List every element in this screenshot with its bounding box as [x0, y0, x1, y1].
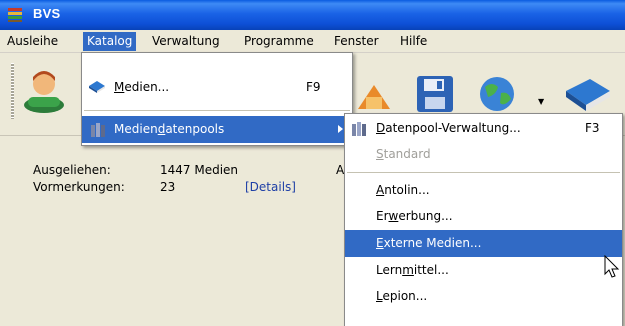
- submenu-arrow-icon: [338, 125, 343, 133]
- menu-item-medien[interactable]: Medien... F9: [82, 76, 352, 102]
- details-link[interactable]: [Details]: [245, 180, 296, 194]
- menu-verwaltung[interactable]: Verwaltung: [148, 33, 224, 50]
- ausgeliehen-label: Ausgeliehen:: [33, 163, 111, 177]
- app-books-icon: [8, 8, 22, 22]
- database-icon: [91, 123, 105, 137]
- menu-bar: Ausleihe Katalog Verwaltung Programme Fe…: [0, 30, 625, 53]
- save-icon[interactable]: [414, 73, 456, 115]
- menu-programme[interactable]: Programme: [240, 33, 318, 50]
- toolbar-grip[interactable]: [11, 63, 14, 119]
- vormerkungen-label: Vormerkungen:: [33, 180, 125, 194]
- menu-item-mediendatenpools-post: atenpools: [165, 122, 225, 136]
- submenu-lernmittel-label: ittel...: [413, 263, 449, 277]
- mouse-cursor-icon: [604, 255, 620, 278]
- submenu-externe-u: E: [376, 236, 384, 250]
- submenu-externe-label: xterne Medien...: [383, 236, 482, 250]
- submenu-datenpool-u: D: [376, 121, 386, 135]
- submenu-lernmittel-pre: Lern: [376, 263, 403, 277]
- submenu-erwerbung[interactable]: Erwerbung...: [345, 204, 622, 230]
- shortcut-f3: F3: [585, 121, 600, 135]
- menu-item-medien-label-u: M: [114, 80, 125, 94]
- submenu-datenpool-label: atenpool-Verwaltung...: [385, 121, 521, 135]
- book-icon[interactable]: [560, 75, 614, 113]
- submenu-lepion-label: epion...: [382, 289, 428, 303]
- submenu-separator: [347, 172, 620, 173]
- submenu-antolin[interactable]: Antolin...: [345, 178, 622, 204]
- submenu-standard-label: tandard: [383, 147, 431, 161]
- import-icon[interactable]: [354, 79, 394, 115]
- menu-separator: [84, 110, 350, 111]
- submenu-lepion[interactable]: Lepion...: [345, 284, 622, 310]
- menu-item-medien-label: edien...: [124, 80, 170, 94]
- submenu-standard-u: S: [376, 147, 384, 161]
- submenu-erwerbung-u: w: [388, 209, 399, 223]
- cut-off-label: A: [336, 163, 345, 177]
- submenu-erwerbung-label: erbung...: [398, 209, 453, 223]
- submenu-standard: Standard: [345, 142, 622, 168]
- menu-katalog[interactable]: Katalog: [83, 32, 137, 51]
- book-small-icon: [89, 81, 105, 93]
- window-title: BVS: [33, 6, 61, 21]
- submenu-datenpool-verwaltung[interactable]: Datenpool-Verwaltung... F3: [345, 116, 622, 142]
- menu-item-mediendatenpools-pre: Medien: [114, 122, 158, 136]
- submenu-externe-medien[interactable]: Externe Medien...: [345, 230, 622, 257]
- user-icon[interactable]: [22, 67, 66, 113]
- database-icon: [352, 122, 366, 136]
- menu-item-mediendatenpools[interactable]: Mediendatenpools: [82, 116, 352, 143]
- title-bar: BVS: [0, 0, 625, 30]
- vormerkungen-value: 23: [160, 180, 176, 194]
- shortcut-f9: F9: [306, 80, 321, 94]
- dropdown-arrow-icon[interactable]: ▼: [538, 97, 544, 106]
- menu-ausleihe[interactable]: Ausleihe: [3, 33, 62, 50]
- katalog-dropdown: Medien... F9 Mediendatenpools: [81, 52, 353, 146]
- submenu-lernmittel-u: m: [402, 263, 414, 277]
- globe-icon[interactable]: [476, 73, 520, 115]
- menu-fenster[interactable]: Fenster: [330, 33, 383, 50]
- ausgeliehen-value: 1447 Medien: [160, 163, 239, 177]
- menu-hilfe[interactable]: Hilfe: [396, 33, 431, 50]
- submenu-antolin-label: ntolin...: [384, 183, 430, 197]
- mediendatenpools-submenu: Datenpool-Verwaltung... F3 Standard Anto…: [344, 113, 623, 326]
- submenu-antolin-u: A: [376, 183, 385, 197]
- submenu-erwerbung-pre: Er: [376, 209, 389, 223]
- submenu-lernmittel[interactable]: Lernmittel...: [345, 258, 622, 284]
